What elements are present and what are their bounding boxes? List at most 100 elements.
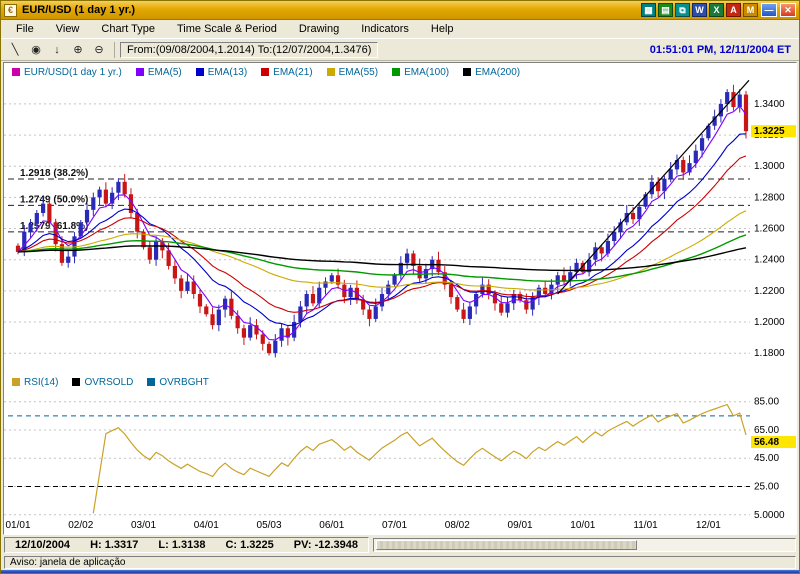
legend-item: EMA(21) <box>261 67 312 78</box>
window-title: EUR/USD (1 day 1 yr.) <box>22 4 135 16</box>
app-window: € EUR/USD (1 day 1 yr.) ▦▤⧉WXAM — ✕ File… <box>0 0 800 574</box>
legend-label: EMA(100) <box>404 67 449 78</box>
menu-item-indicators[interactable]: Indicators <box>352 21 418 37</box>
x-axis-label: 01/01 <box>3 520 35 531</box>
menu-bar: FileViewChart TypeTime Scale & PeriodDra… <box>1 20 799 39</box>
legend-label: OVRBGHT <box>159 377 208 388</box>
svg-text:1.2400: 1.2400 <box>754 255 785 266</box>
x-axis-label: 08/02 <box>440 520 474 531</box>
legend-color-swatch <box>261 68 269 76</box>
legend-item: OVRBGHT <box>147 377 208 388</box>
toolbar-divider <box>114 42 115 58</box>
legend-item: EMA(13) <box>196 67 247 78</box>
word-icon[interactable]: W <box>692 3 707 17</box>
svg-text:1.2800: 1.2800 <box>754 192 785 203</box>
x-axis-label: 11/01 <box>629 520 663 531</box>
minimize-button[interactable]: — <box>761 3 777 17</box>
title-bar: € EUR/USD (1 day 1 yr.) ▦▤⧉WXAM — ✕ <box>1 1 799 20</box>
legend-color-swatch <box>12 378 20 386</box>
legend-color-swatch <box>147 378 155 386</box>
svg-text:45.00: 45.00 <box>754 453 779 464</box>
legend-item: EMA(55) <box>327 67 378 78</box>
price-chart[interactable]: 1.2918 (38.2%)1.2749 (50.0%)1.2579 (61.8… <box>4 79 797 375</box>
svg-text:1.2000: 1.2000 <box>754 317 785 328</box>
status-low: L: 1.3138 <box>158 539 205 551</box>
x-axis-label: 03/01 <box>127 520 161 531</box>
point-tool[interactable]: ◉ <box>26 41 46 59</box>
scrollbar-thumb[interactable] <box>376 540 637 550</box>
svg-text:25.00: 25.00 <box>754 482 779 493</box>
x-axis-label: 05/03 <box>252 520 286 531</box>
close-button[interactable]: ✕ <box>780 3 796 17</box>
legend-label: EUR/USD(1 day 1 yr.) <box>24 67 122 78</box>
menu-item-help[interactable]: Help <box>422 21 463 37</box>
x-axis-labels: 01/01 02/02 03/01 04/01 05/03 06/01 07/01 08/02… <box>4 519 796 534</box>
menu-item-drawing[interactable]: Drawing <box>290 21 348 37</box>
status-pv: PV: -12.3948 <box>294 539 358 551</box>
status-bar: 12/10/2004 H: 1.3317 L: 1.3138 C: 1.3225… <box>1 536 799 554</box>
line-tool[interactable]: ╲ <box>5 41 25 59</box>
legend-color-swatch <box>392 68 400 76</box>
alert-icon[interactable]: A <box>726 3 741 17</box>
svg-text:1.2749 (50.0%): 1.2749 (50.0%) <box>20 194 88 205</box>
svg-text:1.2600: 1.2600 <box>754 224 785 235</box>
x-axis-label: 10/01 <box>566 520 600 531</box>
rsi-legend-row: RSI(14) OVRSOLD OVRBGHT <box>4 375 796 389</box>
mail-icon[interactable]: M <box>743 3 758 17</box>
app-icon: € <box>4 4 17 17</box>
app-status-text: Aviso: janela de aplicação <box>4 556 796 569</box>
x-axis-label: 07/01 <box>378 520 412 531</box>
legend-color-swatch <box>72 378 80 386</box>
svg-text:5.0000: 5.0000 <box>754 510 785 519</box>
range-field[interactable]: From:(09/08/2004,1.2014) To:(12/07/2004,… <box>120 42 378 58</box>
svg-text:1.1800: 1.1800 <box>754 348 785 359</box>
legend-label: EMA(5) <box>148 67 182 78</box>
x-axis-label: 02/02 <box>64 520 98 531</box>
excel-icon[interactable]: X <box>709 3 724 17</box>
chart-grid-icon[interactable]: ▦ <box>641 3 656 17</box>
x-axis-label: 12/01 <box>691 520 725 531</box>
status-high: H: 1.3317 <box>90 539 138 551</box>
menu-item-time-scale-period[interactable]: Time Scale & Period <box>168 21 286 37</box>
svg-text:1.3400: 1.3400 <box>754 99 785 110</box>
svg-text:1.2200: 1.2200 <box>754 286 785 297</box>
svg-text:65.00: 65.00 <box>754 425 779 436</box>
green-sheet-icon[interactable]: ▤ <box>658 3 673 17</box>
arrow-down-tool[interactable]: ↓ <box>47 41 67 59</box>
svg-text:85.00: 85.00 <box>754 397 779 408</box>
teal-copy-icon[interactable]: ⧉ <box>675 3 690 17</box>
ohlc-panel: 12/10/2004 H: 1.3317 L: 1.3138 C: 1.3225… <box>4 537 369 553</box>
legend-label: EMA(13) <box>208 67 247 78</box>
status-date: 12/10/2004 <box>15 539 70 551</box>
rsi-chart[interactable]: 85.00 65.00 45.00 25.00 5.0000 56.48 <box>4 389 797 519</box>
menu-item-file[interactable]: File <box>7 21 43 37</box>
legend-label: OVRSOLD <box>84 377 133 388</box>
toolbar: ╲◉↓⊕⊖ From:(09/08/2004,1.2014) To:(12/07… <box>1 39 799 61</box>
legend-color-swatch <box>463 68 471 76</box>
legend-label: EMA(55) <box>339 67 378 78</box>
legend-item: RSI(14) <box>12 377 58 388</box>
legend-item: EMA(5) <box>136 67 182 78</box>
legend-color-swatch <box>12 68 20 76</box>
menu-item-view[interactable]: View <box>47 21 89 37</box>
chart-frame: EUR/USD(1 day 1 yr.) EMA(5) EMA(13) EMA(21)… <box>3 62 797 535</box>
chart-scrollbar[interactable] <box>373 538 796 552</box>
legend-color-swatch <box>196 68 204 76</box>
titlebar-icons: ▦▤⧉WXAM <box>641 3 758 17</box>
zoom-out-tool[interactable]: ⊖ <box>89 41 109 59</box>
menu-item-chart-type[interactable]: Chart Type <box>92 21 164 37</box>
app-status-bar: Aviso: janela de aplicação <box>1 554 799 570</box>
window-bottom-edge <box>1 570 799 573</box>
legend-item: OVRSOLD <box>72 377 133 388</box>
legend-label: RSI(14) <box>24 377 58 388</box>
x-axis-label: 04/01 <box>189 520 223 531</box>
x-axis-label: 06/01 <box>315 520 349 531</box>
legend-row: EUR/USD(1 day 1 yr.) EMA(5) EMA(13) EMA(21)… <box>4 63 796 79</box>
zoom-in-tool[interactable]: ⊕ <box>68 41 88 59</box>
legend-color-swatch <box>327 68 335 76</box>
svg-text:1.3000: 1.3000 <box>754 161 785 172</box>
svg-text:56.48: 56.48 <box>754 437 779 448</box>
drawing-tools: ╲◉↓⊕⊖ <box>5 41 109 59</box>
x-axis-label: 09/01 <box>503 520 537 531</box>
svg-text:1.2918 (38.2%): 1.2918 (38.2%) <box>20 168 88 179</box>
